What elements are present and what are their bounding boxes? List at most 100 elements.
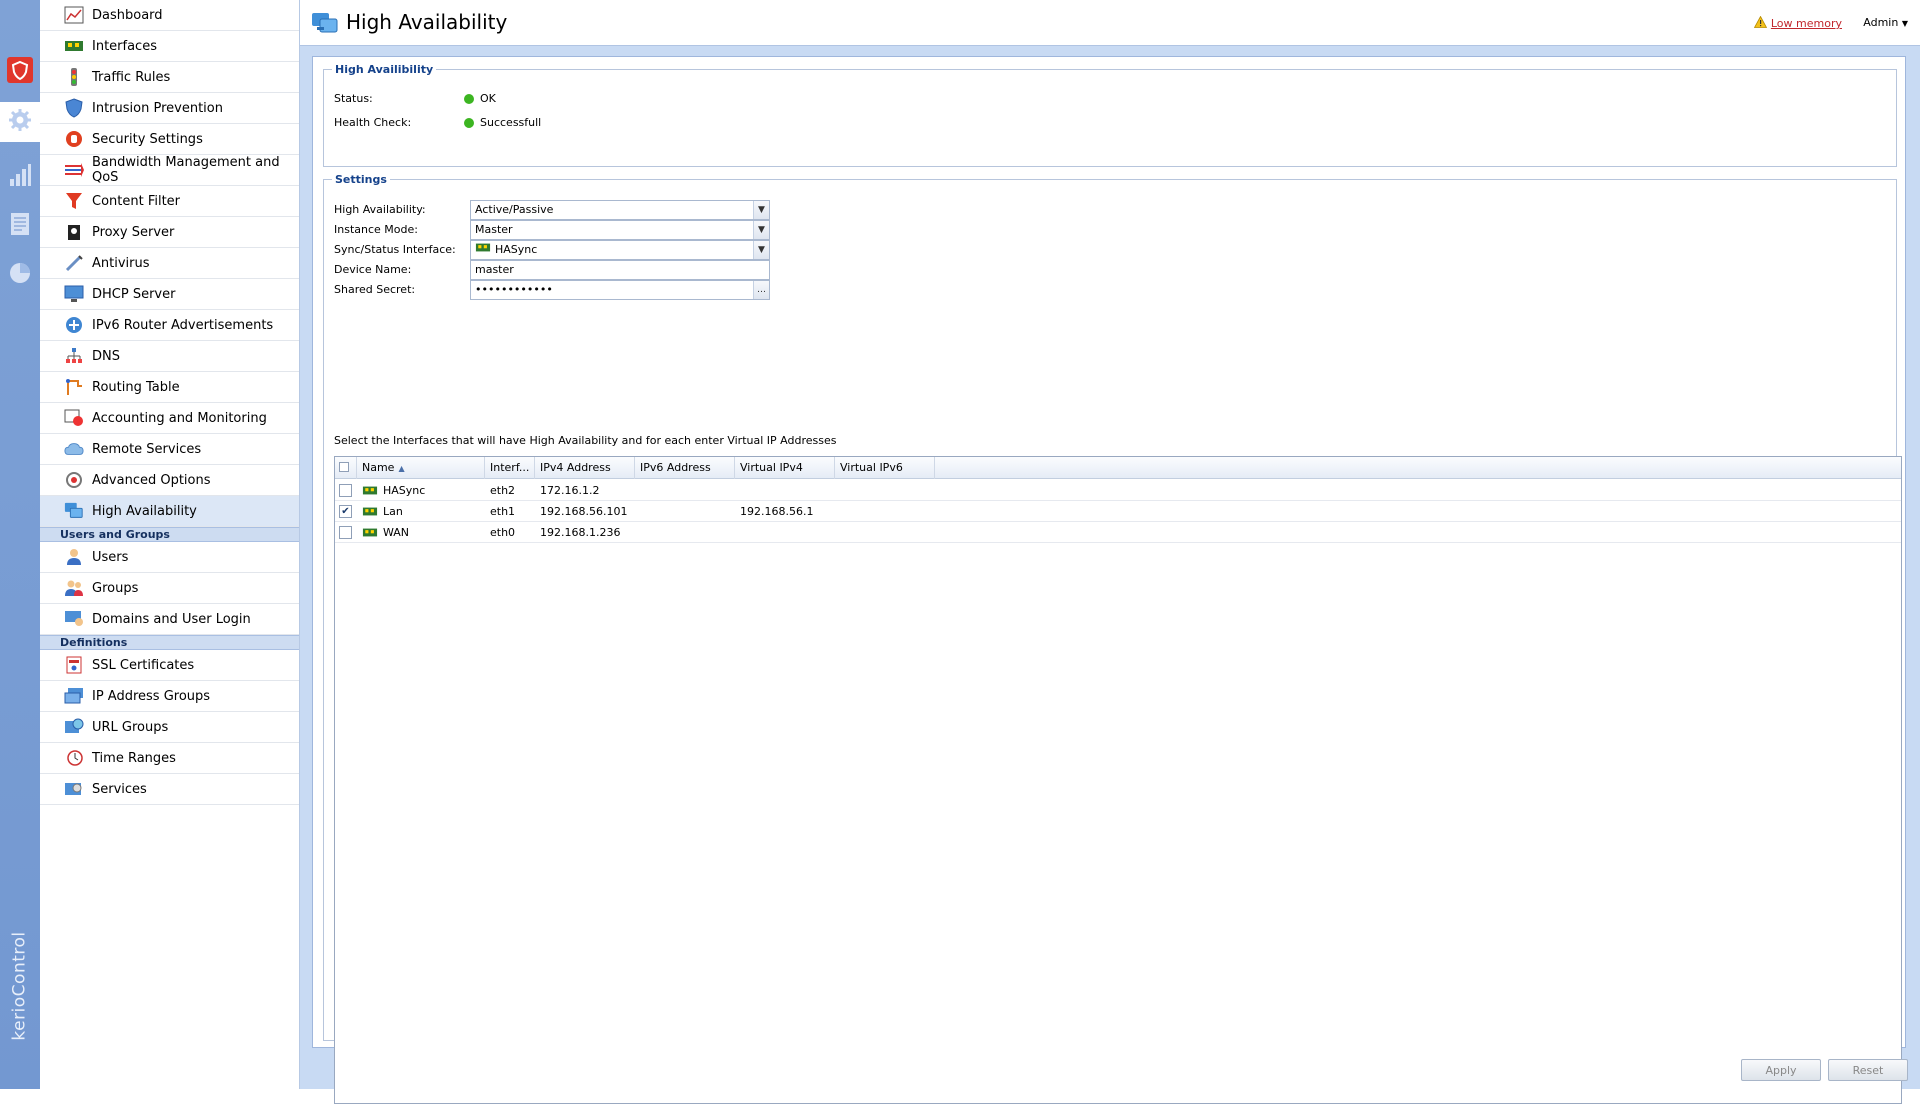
sidebar-item-proxy-server[interactable]: Proxy Server: [40, 217, 299, 248]
sidebar-item-label: IP Address Groups: [92, 688, 211, 704]
sidebar-item-label: Intrusion Prevention: [92, 100, 223, 116]
sidebar-item-services[interactable]: Services: [40, 774, 299, 805]
sidebar-item-ip-address-groups[interactable]: IP Address Groups: [40, 681, 299, 712]
cell-vipv4[interactable]: 192.168.56.1: [735, 501, 835, 522]
sidebar-item-domains-and-user-login[interactable]: Domains and User Login: [40, 604, 299, 635]
gear-icon: [7, 107, 33, 137]
select-all-checkbox[interactable]: [335, 457, 357, 479]
chevron-down-icon[interactable]: ▼: [753, 201, 769, 219]
status-value-text: OK: [480, 92, 496, 105]
status-ok-icon: [464, 94, 474, 104]
low-memory-link[interactable]: Low memory: [1753, 15, 1842, 31]
sidebar-item-groups[interactable]: Groups: [40, 573, 299, 604]
sidebar-item-remote-services[interactable]: Remote Services: [40, 434, 299, 465]
logs-tab[interactable]: [0, 206, 40, 246]
row-checkbox[interactable]: [335, 522, 357, 543]
apply-button[interactable]: Apply: [1741, 1059, 1821, 1081]
sidebar-item-high-availability[interactable]: High Availability: [40, 496, 299, 527]
interfaces-grid: Name ▲ Interf... IPv4 Address IPv6 Address Vi…: [334, 456, 1902, 1104]
sidebar-item-label: Domains and User Login: [92, 611, 251, 627]
cell-vipv6[interactable]: [835, 501, 935, 522]
column-header-name[interactable]: Name ▲: [357, 457, 485, 479]
column-header-virtual-ipv4[interactable]: Virtual IPv4: [735, 457, 835, 479]
checkbox-icon: ✔: [339, 505, 352, 518]
status-tab[interactable]: [0, 255, 40, 295]
cell-ipv6: [635, 522, 735, 543]
statistics-tab[interactable]: [0, 157, 40, 197]
sidebar-item-routing-table[interactable]: Routing Table: [40, 372, 299, 403]
pie-icon: [8, 261, 32, 289]
row-checkbox[interactable]: ✔: [335, 501, 357, 522]
sidebar-item-dhcp-server[interactable]: DHCP Server: [40, 279, 299, 310]
table-row[interactable]: ✔ Lan eth1 192.168.56.101 192.168.56.1: [335, 501, 1901, 522]
navigation-sidebar: Dashboard Interfaces Traffic Rules Intrusio…: [40, 0, 300, 1089]
sidebar-item-url-groups[interactable]: URL Groups: [40, 712, 299, 743]
settings-field-label: Instance Mode:: [334, 223, 418, 236]
sync-status-interface-select[interactable]: HASync ▼: [470, 240, 770, 260]
sidebar-item-accounting-and-monitoring[interactable]: Accounting and Monitoring: [40, 403, 299, 434]
settings-legend: Settings: [335, 173, 387, 186]
cell-vipv4[interactable]: [735, 522, 835, 543]
checkbox-icon: [339, 484, 352, 497]
monitor-icon: [64, 284, 84, 304]
sidebar-item-advanced-options[interactable]: Advanced Options: [40, 465, 299, 496]
chevron-down-icon[interactable]: ▼: [753, 221, 769, 239]
interface-icon: [362, 485, 378, 496]
document-icon: [9, 212, 31, 240]
field-value: ••••••••••••: [475, 283, 553, 296]
column-header-label: Virtual IPv4: [740, 461, 803, 474]
user-icon: [64, 547, 84, 567]
security-tab[interactable]: [0, 52, 40, 92]
chevron-down-icon[interactable]: ▼: [753, 241, 769, 259]
sidebar-item-intrusion-prevention[interactable]: Intrusion Prevention: [40, 93, 299, 124]
syringe-icon: [64, 253, 84, 273]
user-menu[interactable]: Admin ▼: [1863, 16, 1908, 29]
sidebar-item-label: Routing Table: [92, 379, 180, 395]
cell-interface: eth0: [485, 522, 535, 543]
health-check-value-text: Successfull: [480, 116, 542, 129]
sidebar-item-traffic-rules[interactable]: Traffic Rules: [40, 62, 299, 93]
column-header-ipv6-address[interactable]: IPv6 Address: [635, 457, 735, 479]
column-header-label: Interf...: [490, 461, 530, 474]
cell-vipv4[interactable]: [735, 480, 835, 501]
configuration-tab[interactable]: [0, 102, 40, 142]
sidebar-item-bandwidth-management-and-qos[interactable]: Bandwidth Management and QoS: [40, 155, 299, 186]
cell-interface: eth2: [485, 480, 535, 501]
cell-interface: eth1: [485, 501, 535, 522]
table-row[interactable]: WAN eth0 192.168.1.236: [335, 522, 1901, 543]
sidebar-item-dns[interactable]: DNS: [40, 341, 299, 372]
sidebar-item-time-ranges[interactable]: Time Ranges: [40, 743, 299, 774]
sidebar-item-antivirus[interactable]: Antivirus: [40, 248, 299, 279]
ellipsis-icon[interactable]: …: [753, 281, 769, 299]
column-header-interf[interactable]: Interf...: [485, 457, 535, 479]
brand-logo: kerioControl: [10, 931, 31, 1041]
sidebar-item-security-settings[interactable]: Security Settings: [40, 124, 299, 155]
sidebar-item-users[interactable]: Users: [40, 542, 299, 573]
nav-sections: Users and Groups Users Groups Domains and U…: [40, 527, 299, 805]
sidebar-item-content-filter[interactable]: Content Filter: [40, 186, 299, 217]
sidebar-item-label: IPv6 Router Advertisements: [92, 317, 274, 333]
device-name-input[interactable]: master: [470, 260, 770, 280]
sidebar-item-ssl-certificates[interactable]: SSL Certificates: [40, 650, 299, 681]
interface-icon: [362, 506, 378, 517]
cell-vipv6[interactable]: [835, 522, 935, 543]
sidebar-item-dashboard[interactable]: Dashboard: [40, 0, 299, 31]
cloud-icon: [64, 439, 84, 459]
row-checkbox[interactable]: [335, 480, 357, 501]
cell-text: eth0: [490, 526, 516, 539]
instance-mode-select[interactable]: Master ▼: [470, 220, 770, 240]
settings-field-label: High Availability:: [334, 203, 426, 216]
table-row[interactable]: HASync eth2 172.16.1.2: [335, 480, 1901, 501]
sidebar-item-interfaces[interactable]: Interfaces: [40, 31, 299, 62]
cell-vipv6[interactable]: [835, 480, 935, 501]
low-memory-label: Low memory: [1770, 17, 1842, 30]
column-header-virtual-ipv6[interactable]: Virtual IPv6: [835, 457, 935, 479]
column-header-ipv4-address[interactable]: IPv4 Address: [535, 457, 635, 479]
cell-text: HASync: [383, 484, 426, 497]
checkbox-icon: [339, 526, 352, 539]
high-availability-select[interactable]: Active/Passive ▼: [470, 200, 770, 220]
reset-button[interactable]: Reset: [1828, 1059, 1908, 1081]
sidebar-item-ipv6-router-advertisements[interactable]: IPv6 Router Advertisements: [40, 310, 299, 341]
shared-secret-input[interactable]: •••••••••••• …: [470, 280, 770, 300]
status-fieldset: High Availibility Status: OK Health Chec…: [323, 63, 1897, 167]
